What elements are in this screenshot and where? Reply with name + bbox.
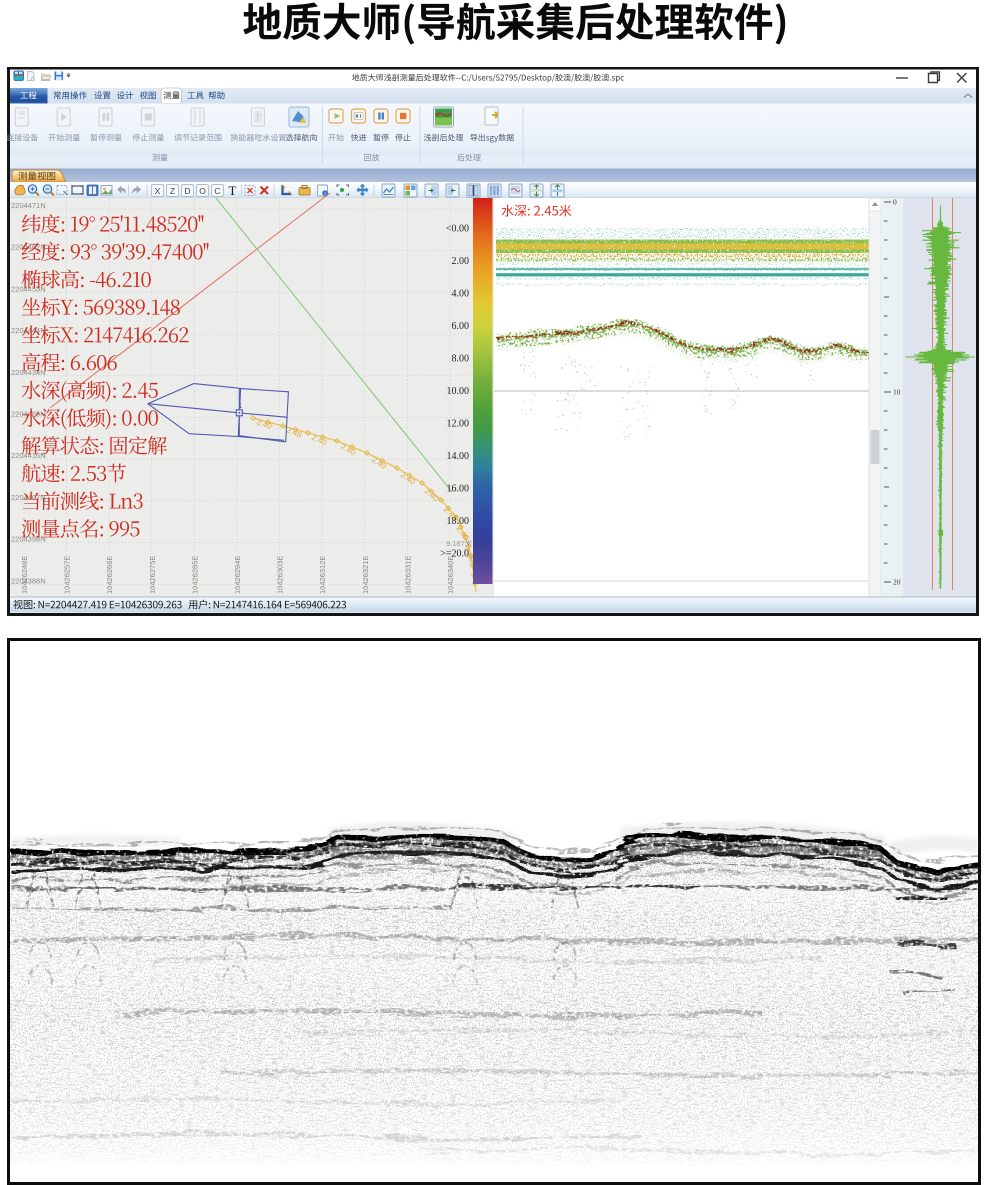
svg-text:14.00: 14.00 xyxy=(447,451,470,462)
svg-text:10426331E: 10426331E xyxy=(403,556,412,594)
svg-text:10426312E: 10426312E xyxy=(318,556,327,594)
svg-text:10426275E: 10426275E xyxy=(148,556,157,594)
svg-text:18.00: 18.00 xyxy=(447,516,470,527)
svg-text:10426294E: 10426294E xyxy=(233,556,242,594)
svg-text:2204416N: 2204416N xyxy=(11,451,46,460)
svg-text:4.00: 4.00 xyxy=(452,289,470,300)
svg-text:10426340E: 10426340E xyxy=(446,556,455,594)
svg-text:16.00: 16.00 xyxy=(447,484,470,495)
svg-text:10426257E: 10426257E xyxy=(63,556,72,594)
svg-text:2204453N: 2204453N xyxy=(11,284,46,293)
svg-text:10426285E: 10426285E xyxy=(190,556,199,594)
svg-text:<0.00: <0.00 xyxy=(446,224,469,235)
svg-text:D: D xyxy=(184,186,190,196)
svg-text:10426266E: 10426266E xyxy=(105,556,114,594)
svg-text:10: 10 xyxy=(893,388,901,397)
svg-text:2204471N: 2204471N xyxy=(11,201,46,210)
svg-text:C: C xyxy=(214,186,220,196)
svg-text:X: X xyxy=(155,186,161,196)
svg-text:20: 20 xyxy=(893,578,901,587)
svg-text:12.00: 12.00 xyxy=(447,419,470,430)
svg-text:10426248E: 10426248E xyxy=(20,556,29,594)
svg-text:6.00: 6.00 xyxy=(452,321,470,332)
svg-text:2204407N: 2204407N xyxy=(11,493,46,502)
svg-text:8.00: 8.00 xyxy=(452,354,470,365)
svg-text:2.00: 2.00 xyxy=(452,256,470,267)
svg-text:10.00: 10.00 xyxy=(447,386,470,397)
svg-text:10426321E: 10426321E xyxy=(361,556,370,594)
svg-text:9.187米: 9.187米 xyxy=(446,538,473,548)
svg-text:10426303E: 10426303E xyxy=(276,556,285,594)
svg-text:Z: Z xyxy=(170,186,175,196)
svg-text:0: 0 xyxy=(893,198,897,207)
svg-text:>=20.0: >=20.0 xyxy=(440,549,469,560)
svg-text:T: T xyxy=(229,183,237,198)
svg-text:O: O xyxy=(199,186,206,196)
